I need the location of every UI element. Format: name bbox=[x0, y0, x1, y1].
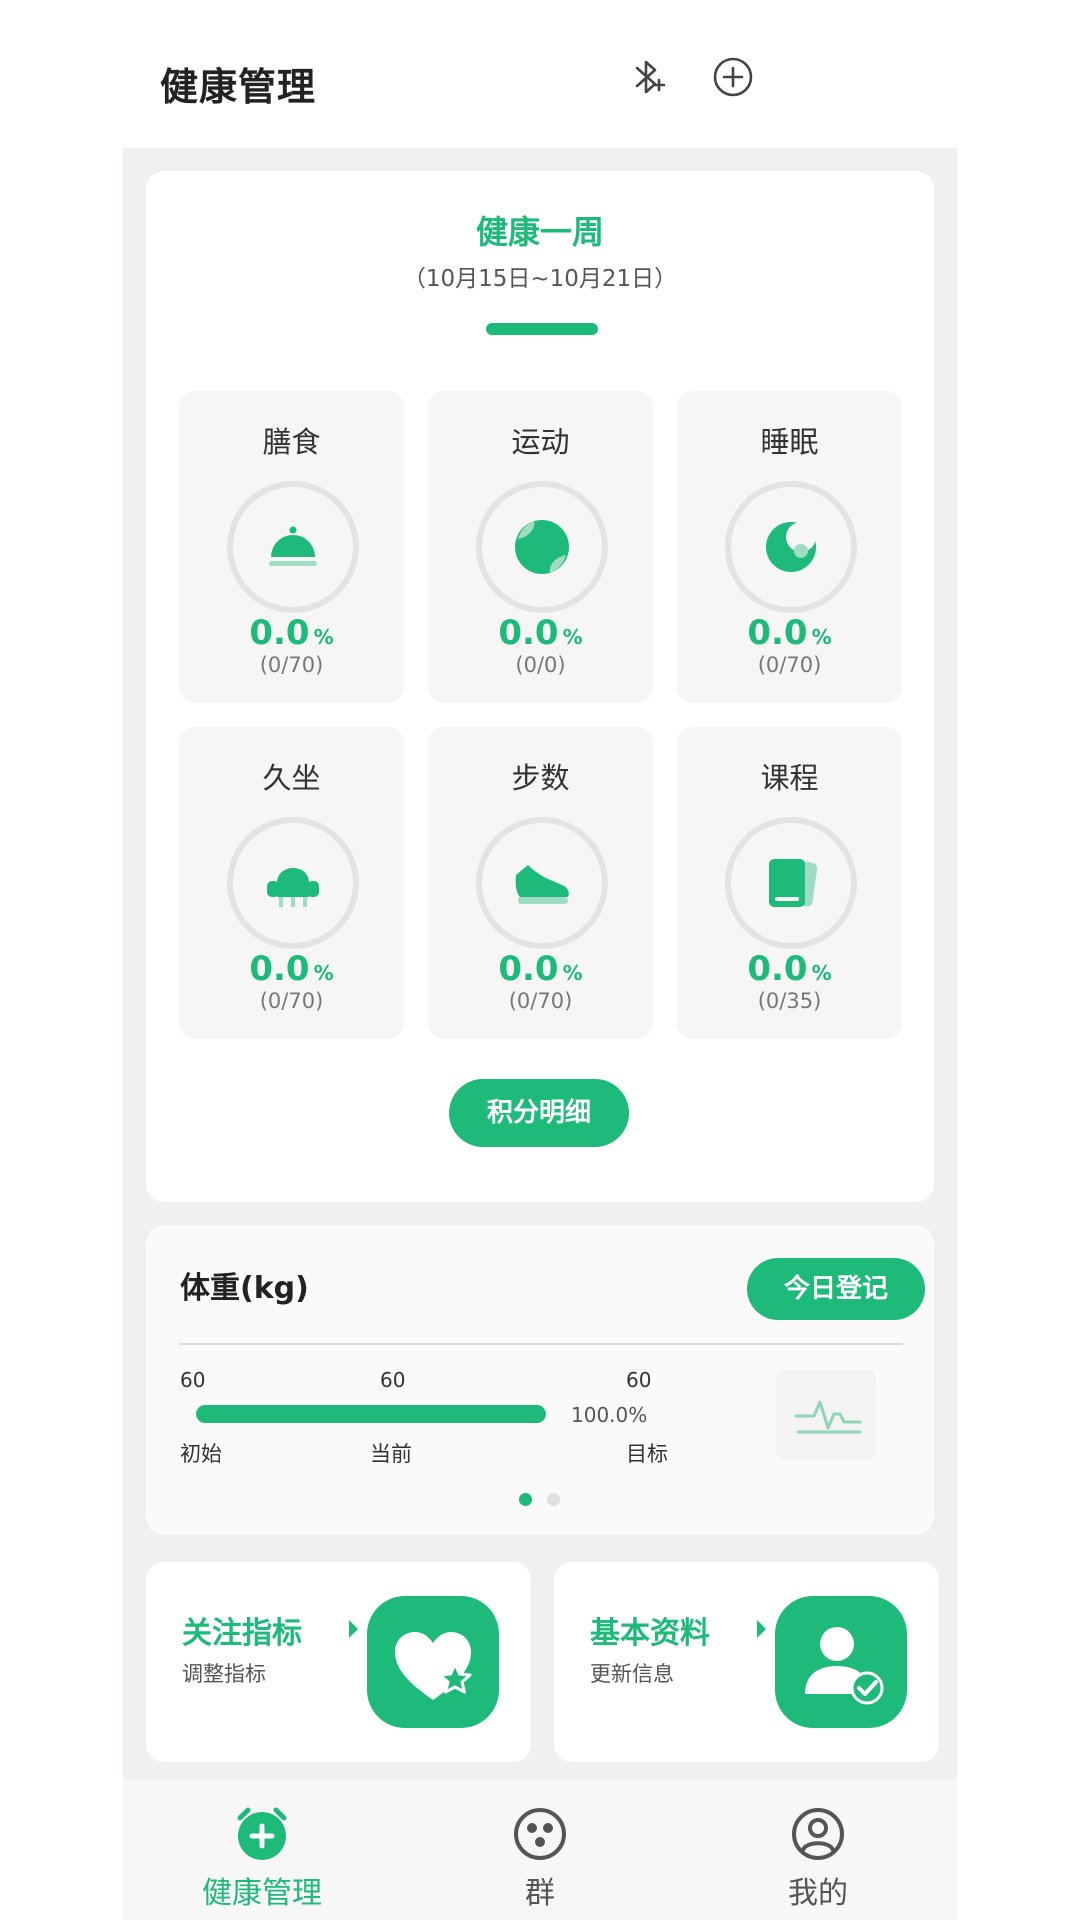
weight-progress-bar bbox=[196, 1405, 546, 1423]
group-icon bbox=[514, 1808, 566, 1860]
bottom-tab-bar: 健康管理 群 我的 bbox=[123, 1780, 957, 1920]
tile-ring bbox=[725, 481, 857, 613]
tile-name: 膳食 bbox=[262, 425, 321, 459]
tile-course[interactable]: 课程 0.0% (0/35) bbox=[677, 727, 902, 1039]
initial-label: 初始 bbox=[180, 1442, 222, 1466]
tab-label: 健康管理 bbox=[202, 1876, 322, 1911]
tile-sedentary[interactable]: 久坐 0.0% (0/70) bbox=[179, 727, 404, 1039]
tile-ring bbox=[227, 817, 359, 949]
weight-progress-text: 100.0% bbox=[571, 1403, 648, 1427]
card-subtitle: 更新信息 bbox=[590, 1662, 674, 1686]
tile-percent: 0.0% bbox=[747, 949, 832, 989]
tile-percent: 0.0% bbox=[498, 613, 583, 653]
shoe-icon bbox=[515, 865, 569, 904]
triangle-right-icon bbox=[757, 1620, 766, 1638]
card-title: 基本资料 bbox=[590, 1616, 710, 1651]
tile-ratio: (0/70) bbox=[757, 653, 822, 677]
card-title: 关注指标 bbox=[182, 1616, 302, 1651]
tile-percent: 0.0% bbox=[249, 949, 334, 989]
tab-label: 群 bbox=[525, 1876, 555, 1911]
plus-circle-icon[interactable] bbox=[710, 54, 756, 100]
profile-icon bbox=[792, 1808, 844, 1860]
user-check-icon bbox=[775, 1596, 907, 1728]
tile-steps[interactable]: 步数 0.0% (0/70) bbox=[428, 727, 653, 1039]
tile-name: 久坐 bbox=[262, 761, 321, 795]
tile-name: 课程 bbox=[760, 761, 819, 795]
moon-icon bbox=[766, 522, 816, 572]
week-title: 健康一周 bbox=[475, 213, 604, 251]
tile-ratio: (0/0) bbox=[515, 653, 566, 677]
tile-ratio: (0/35) bbox=[757, 989, 822, 1013]
tile-ratio: (0/70) bbox=[508, 989, 573, 1013]
current-label: 当前 bbox=[370, 1442, 412, 1466]
tile-diet[interactable]: 膳食 0.0% (0/70) bbox=[179, 391, 404, 703]
triangle-right-icon bbox=[349, 1620, 358, 1638]
tile-ratio: (0/70) bbox=[259, 989, 324, 1013]
pager-dot-active[interactable] bbox=[519, 1493, 532, 1506]
app-screen: 健康管理 健康一周 （10月15日~10月21日） 膳食 0.0% (0/70)… bbox=[123, 0, 957, 1920]
initial-value: 60 bbox=[180, 1368, 206, 1392]
top-bar: 健康管理 bbox=[123, 0, 957, 148]
weight-progress-fill bbox=[196, 1405, 546, 1423]
week-indicator bbox=[486, 323, 598, 335]
tile-ring bbox=[725, 817, 857, 949]
basic-info-card[interactable]: 基本资料 更新信息 bbox=[554, 1562, 939, 1762]
heart-star-icon bbox=[367, 1596, 499, 1728]
points-detail-button[interactable]: 积分明细 bbox=[449, 1079, 629, 1147]
register-today-button[interactable]: 今日登记 bbox=[747, 1258, 925, 1320]
health-week-card: 健康一周 （10月15日~10月21日） 膳食 0.0% (0/70) 运动 0… bbox=[146, 171, 934, 1202]
tile-ring bbox=[476, 817, 608, 949]
tile-name: 步数 bbox=[511, 761, 570, 795]
focus-indicator-card[interactable]: 关注指标 调整指标 bbox=[146, 1562, 531, 1762]
tile-percent: 0.0% bbox=[498, 949, 583, 989]
pager-dot[interactable] bbox=[547, 1493, 560, 1506]
target-value: 60 bbox=[626, 1368, 652, 1392]
page-title: 健康管理 bbox=[160, 65, 317, 109]
tab-group[interactable]: 群 bbox=[401, 1780, 679, 1920]
tile-ring bbox=[227, 481, 359, 613]
cloche-icon bbox=[269, 526, 317, 566]
tile-ratio: (0/70) bbox=[259, 653, 324, 677]
tile-percent: 0.0% bbox=[249, 613, 334, 653]
tile-ring bbox=[476, 481, 608, 613]
trend-line-icon bbox=[794, 1400, 862, 1434]
tile-exercise[interactable]: 运动 0.0% (0/0) bbox=[428, 391, 653, 703]
weight-trend-button[interactable] bbox=[776, 1370, 876, 1460]
ball-icon bbox=[515, 520, 569, 574]
alarm-plus-icon bbox=[237, 1807, 287, 1860]
tile-name: 运动 bbox=[511, 425, 570, 459]
tab-health[interactable]: 健康管理 bbox=[123, 1780, 401, 1920]
armchair-icon bbox=[267, 868, 319, 907]
tile-sleep[interactable]: 睡眠 0.0% (0/70) bbox=[677, 391, 902, 703]
weight-card: 体重(kg) 今日登记 60 60 60 100.0% 初始 当前 目标 bbox=[146, 1225, 934, 1535]
current-value: 60 bbox=[380, 1368, 406, 1392]
bluetooth-add-icon[interactable] bbox=[625, 54, 671, 100]
tile-percent: 0.0% bbox=[747, 613, 832, 653]
book-icon bbox=[769, 859, 818, 907]
tab-mine[interactable]: 我的 bbox=[679, 1780, 957, 1920]
tab-label: 我的 bbox=[788, 1876, 848, 1911]
week-range: （10月15日~10月21日） bbox=[402, 266, 678, 292]
card-subtitle: 调整指标 bbox=[182, 1662, 266, 1686]
tile-name: 睡眠 bbox=[760, 425, 819, 459]
target-label: 目标 bbox=[626, 1442, 668, 1466]
weight-title: 体重(kg) bbox=[180, 1271, 309, 1306]
divider bbox=[179, 1343, 903, 1345]
